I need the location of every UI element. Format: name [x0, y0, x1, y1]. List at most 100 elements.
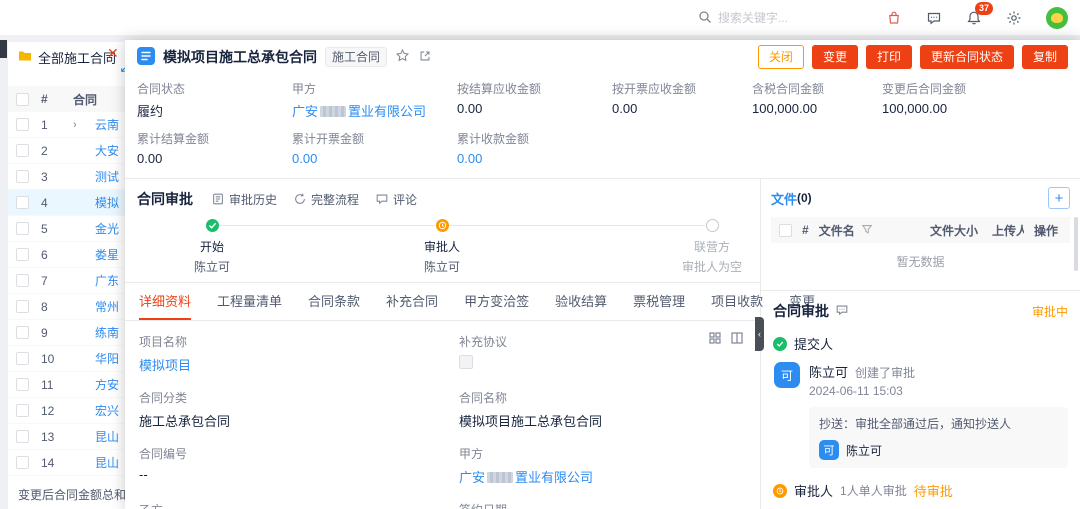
notification-badge: 37	[975, 2, 993, 15]
clock-circle-icon	[436, 219, 449, 232]
tab-supplement[interactable]: 补充合同	[386, 283, 438, 320]
contract-link[interactable]: 金光	[95, 220, 119, 237]
contract-link[interactable]: 常州	[95, 298, 119, 315]
change-button[interactable]: 变更	[812, 45, 858, 69]
close-button[interactable]: 关闭	[758, 45, 804, 69]
step-approver: 审批人 陈立可	[367, 219, 517, 275]
row-checkbox[interactable]	[16, 170, 29, 183]
contract-link[interactable]: 方安	[95, 376, 119, 393]
filter-icon[interactable]	[861, 223, 873, 238]
contract-doc-icon	[137, 47, 155, 68]
field-label: 补充协议	[459, 333, 746, 350]
panel-collapse-handle[interactable]: ‹	[755, 317, 764, 351]
party-a-link[interactable]: 广安置业有限公司	[459, 467, 746, 486]
contract-link[interactable]: 练南	[95, 324, 119, 341]
user-avatar[interactable]	[1046, 7, 1068, 29]
full-process-button[interactable]: 完整流程	[293, 191, 359, 208]
approval-title: 合同审批	[773, 301, 829, 321]
contract-link[interactable]: 昆山	[95, 454, 119, 471]
total-settle-amount: 0.00	[137, 151, 292, 166]
check-circle-icon	[206, 219, 219, 232]
select-all-checkbox[interactable]	[16, 93, 29, 106]
page-title: 模拟项目施工总承包合同	[163, 47, 317, 67]
scrollbar-thumb[interactable]	[1074, 217, 1078, 271]
party-a-link[interactable]: 广安置业有限公司	[292, 101, 457, 120]
files-select-all-checkbox[interactable]	[779, 224, 792, 237]
submitter-name: 陈立可	[809, 362, 848, 381]
row-checkbox[interactable]	[16, 144, 29, 157]
row-checkbox[interactable]	[16, 456, 29, 469]
expand-icon[interactable]	[73, 119, 83, 131]
row-checkbox[interactable]	[16, 326, 29, 339]
field-label: 含税合同金额	[752, 80, 882, 97]
tab-detail-info[interactable]: 详细资料	[139, 283, 191, 320]
redacted-text	[320, 106, 346, 117]
contract-link[interactable]: 广东	[95, 272, 119, 289]
row-checkbox[interactable]	[16, 352, 29, 365]
tab-terms[interactable]: 合同条款	[308, 283, 360, 320]
column-view-icon[interactable]	[730, 331, 744, 348]
row-checkbox[interactable]	[16, 222, 29, 235]
detail-main-column: 合同审批 审批历史 完整流程 评论	[125, 179, 761, 509]
comment-button[interactable]: 评论	[375, 191, 417, 208]
global-search[interactable]	[698, 0, 868, 36]
row-checkbox[interactable]	[16, 404, 29, 417]
print-button[interactable]: 打印	[866, 45, 912, 69]
approval-timeline-section: 合同审批 审批中 提交人 可 陈立可 创建了审批	[761, 291, 1080, 509]
row-checkbox[interactable]	[16, 118, 29, 131]
project-link[interactable]: 模拟项目	[139, 355, 459, 374]
field-label: 项目名称	[139, 333, 459, 350]
contract-link[interactable]: 娄星	[95, 246, 119, 263]
cc-note-text: 抄送：审批全部通过后，通知抄送人	[819, 415, 1058, 432]
row-checkbox[interactable]	[16, 274, 29, 287]
row-checkbox[interactable]	[16, 430, 29, 443]
row-index: 14	[41, 456, 61, 470]
grid-view-icon[interactable]	[708, 331, 722, 348]
tab-invoice-tax[interactable]: 票税管理	[633, 283, 685, 320]
add-file-button[interactable]: +	[1048, 187, 1070, 209]
star-icon[interactable]	[395, 48, 410, 66]
bag-icon[interactable]	[886, 10, 902, 26]
contract-link[interactable]: 宏兴	[95, 402, 119, 419]
row-checkbox[interactable]	[16, 196, 29, 209]
gear-icon[interactable]	[1006, 10, 1022, 26]
contract-link[interactable]: 昆山	[95, 428, 119, 445]
contract-link[interactable]: 云南	[95, 116, 119, 133]
changed-amount: 100,000.00	[882, 101, 1068, 116]
files-header-row: # 文件名 文件大小 上传人 操作	[771, 217, 1070, 243]
external-link-icon[interactable]	[418, 49, 432, 66]
contract-link[interactable]: 华阳	[95, 350, 119, 367]
total-received-link[interactable]: 0.00	[457, 151, 612, 166]
folder-icon	[18, 49, 32, 66]
bell-icon[interactable]: 37	[966, 10, 982, 26]
row-index: 8	[41, 300, 61, 314]
tab-party-a-change[interactable]: 甲方变洽签	[464, 283, 529, 320]
contract-link[interactable]: 模拟	[95, 194, 119, 211]
list-footer-total: 变更后合同金额总和:	[18, 486, 129, 503]
contract-link[interactable]: 测试	[95, 168, 119, 185]
recv-settle-amount: 0.00	[457, 101, 612, 116]
row-checkbox[interactable]	[16, 300, 29, 313]
copy-button[interactable]: 复制	[1022, 45, 1068, 69]
close-icon[interactable]: ✕	[107, 46, 119, 60]
avatar: 可	[819, 440, 839, 460]
total-invoice-link[interactable]: 0.00	[292, 151, 457, 166]
tab-receipts[interactable]: 项目收款	[711, 283, 763, 320]
contract-link[interactable]: 大安	[95, 142, 119, 159]
supplement-checkbox[interactable]	[459, 355, 473, 369]
col-header-uploader: 上传人	[992, 222, 1024, 239]
approver-mode: 1人单人审批	[840, 482, 907, 499]
row-index: 5	[41, 222, 61, 236]
sidebar-collapse-tab[interactable]	[0, 40, 7, 58]
row-checkbox[interactable]	[16, 378, 29, 391]
search-input[interactable]	[718, 11, 868, 25]
process-icon	[293, 192, 307, 206]
clock-circle-icon	[773, 484, 787, 498]
comment-icon[interactable]	[835, 303, 849, 320]
tab-acceptance[interactable]: 验收结算	[555, 283, 607, 320]
row-checkbox[interactable]	[16, 248, 29, 261]
update-status-button[interactable]: 更新合同状态	[920, 45, 1014, 69]
chat-icon[interactable]	[926, 10, 942, 26]
tab-boq[interactable]: 工程量清单	[217, 283, 282, 320]
approval-history-button[interactable]: 审批历史	[211, 191, 277, 208]
